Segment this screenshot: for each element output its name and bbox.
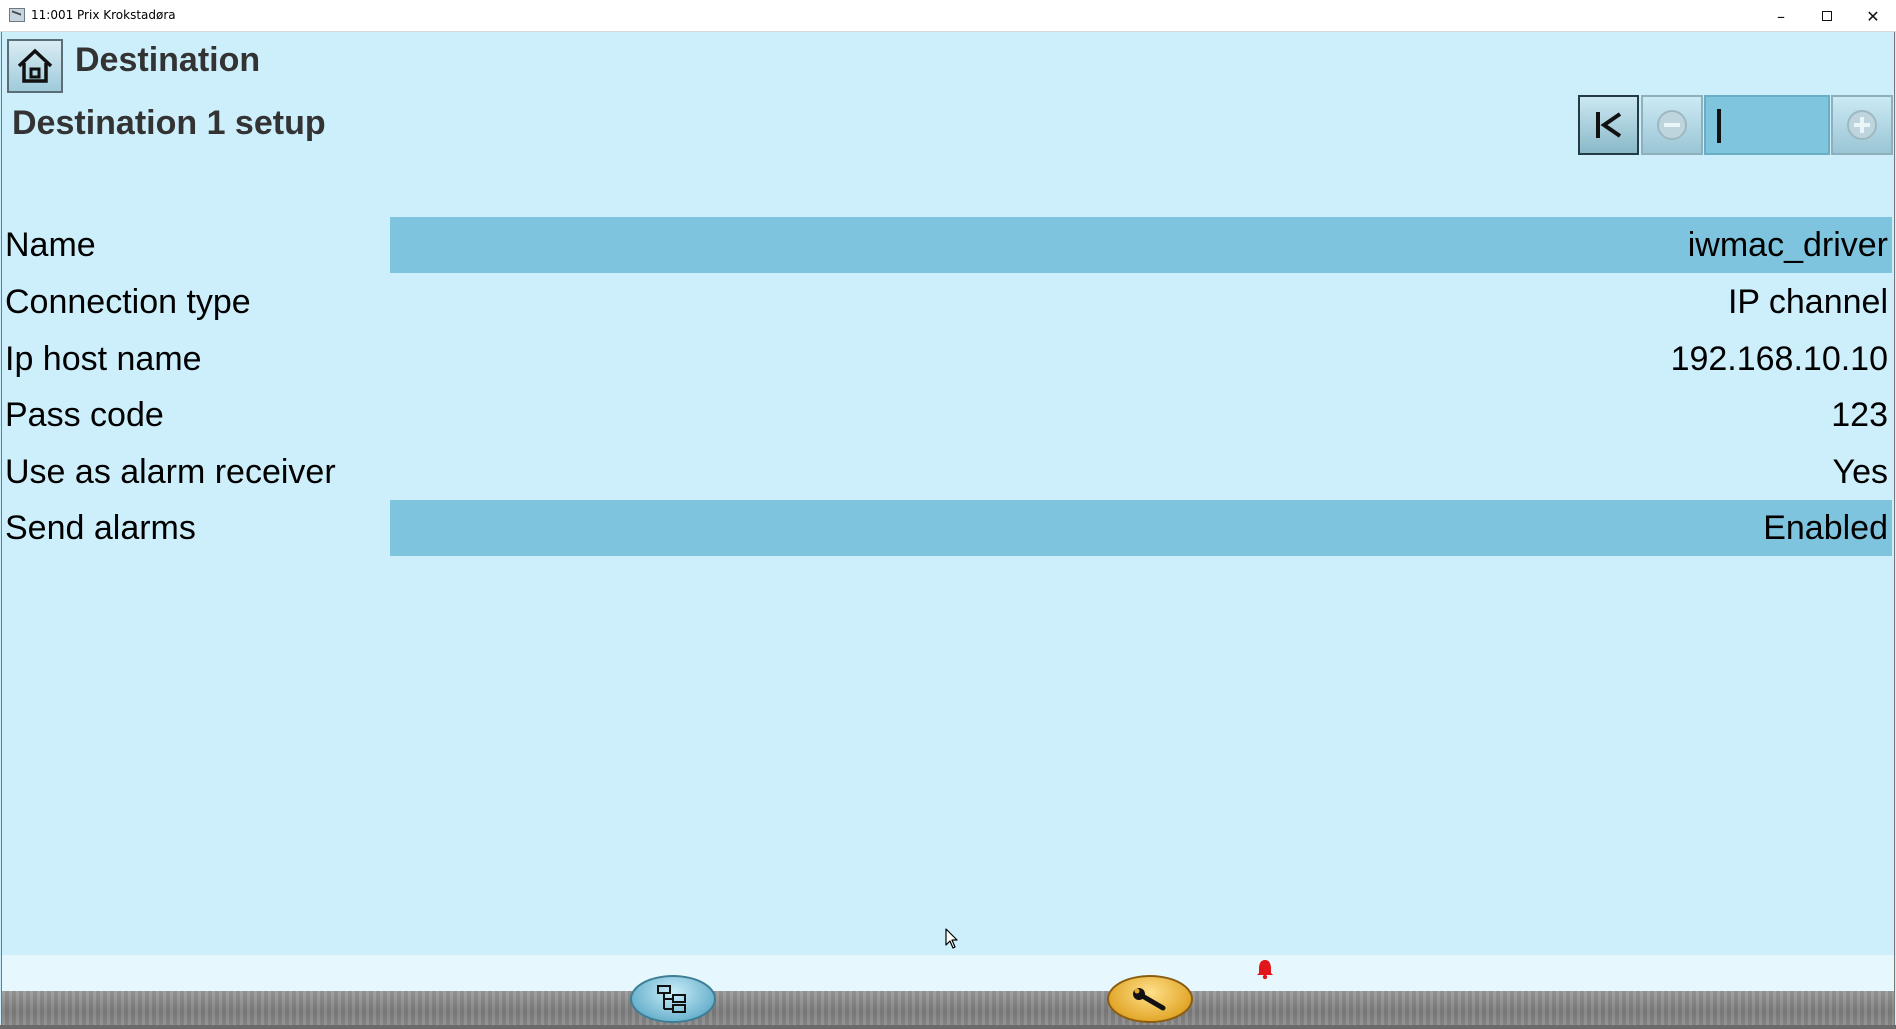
- setting-value: IP channel: [1727, 283, 1888, 321]
- setting-label: Send alarms: [5, 509, 196, 547]
- setting-label: Pass code: [5, 396, 164, 434]
- previous-record-button[interactable]: [1641, 95, 1703, 155]
- setting-value: Enabled: [1763, 509, 1888, 547]
- setting-value-field[interactable]: 123: [390, 387, 1892, 443]
- mouse-cursor-icon: [945, 928, 958, 949]
- window-title: 11:001 Prix Krokstadøra: [31, 8, 176, 22]
- settings-tool-button[interactable]: [1107, 975, 1193, 1023]
- setting-value-field[interactable]: iwmac_driver: [390, 217, 1892, 273]
- bottom-toolbar: [2, 991, 1894, 1025]
- setting-row-send-alarms[interactable]: Send alarms Enabled: [0, 500, 1896, 556]
- close-icon: ✕: [1866, 6, 1880, 26]
- setting-value-field[interactable]: Enabled: [390, 500, 1892, 556]
- setting-value: 123: [1831, 396, 1888, 434]
- minimize-button[interactable]: –: [1758, 0, 1804, 32]
- setting-row-name[interactable]: Name iwmac_driver: [0, 217, 1896, 273]
- setting-row-pass-code[interactable]: Pass code 123: [0, 387, 1896, 443]
- first-record-button[interactable]: [1578, 95, 1639, 155]
- next-record-button[interactable]: [1831, 95, 1893, 155]
- home-button[interactable]: [7, 39, 63, 93]
- setting-label: Name: [5, 226, 96, 264]
- setting-value-field[interactable]: Yes: [390, 444, 1892, 500]
- close-button[interactable]: ✕: [1850, 0, 1896, 32]
- setting-value: 192.168.10.10: [1670, 340, 1888, 378]
- setting-value-field[interactable]: IP channel: [390, 274, 1892, 330]
- plus-icon: [1847, 110, 1877, 140]
- text-caret: [1717, 109, 1721, 143]
- maximize-icon: [1822, 11, 1832, 21]
- page-subtitle: Destination 1 setup: [12, 104, 326, 142]
- alarm-bell-icon[interactable]: [1256, 958, 1274, 980]
- tree-icon: [657, 985, 686, 1013]
- minimize-icon: –: [1777, 6, 1785, 26]
- home-icon: [17, 48, 53, 83]
- record-index-input[interactable]: [1704, 95, 1830, 155]
- first-record-icon: [1595, 112, 1621, 138]
- minus-icon: [1657, 110, 1687, 140]
- maximize-button[interactable]: [1804, 0, 1850, 32]
- tree-view-button[interactable]: [630, 975, 716, 1023]
- page-title: Destination: [75, 41, 261, 79]
- setting-value: iwmac_driver: [1687, 226, 1888, 264]
- window-bottom-border: [0, 1025, 1896, 1029]
- setting-row-ip-host-name[interactable]: Ip host name 192.168.10.10: [0, 331, 1896, 387]
- status-strip: [2, 955, 1894, 991]
- setting-label: Connection type: [5, 283, 251, 321]
- setting-row-connection-type[interactable]: Connection type IP channel: [0, 274, 1896, 330]
- app-icon: [9, 8, 25, 22]
- setting-value: Yes: [1832, 453, 1888, 491]
- setting-label: Use as alarm receiver: [5, 453, 336, 491]
- setting-label: Ip host name: [5, 340, 202, 378]
- setting-row-alarm-receiver[interactable]: Use as alarm receiver Yes: [0, 444, 1896, 500]
- window-titlebar: 11:001 Prix Krokstadøra – ✕: [0, 0, 1896, 32]
- setting-value-field[interactable]: 192.168.10.10: [390, 331, 1892, 387]
- wrench-icon: [1133, 988, 1166, 1011]
